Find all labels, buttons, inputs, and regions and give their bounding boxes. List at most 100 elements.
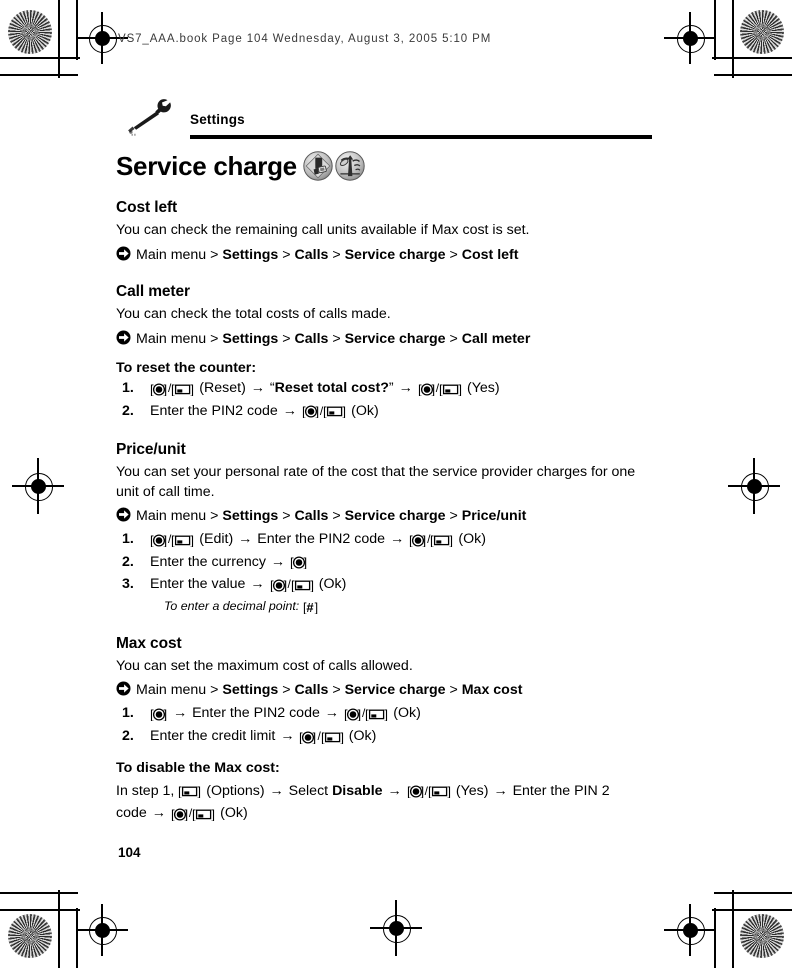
section-heading: Cost left [116, 199, 178, 216]
hash-key-icon[interactable]: [#] [303, 598, 319, 617]
soft-key-icon[interactable]: [] [321, 727, 345, 749]
svg-text:]: ] [314, 601, 317, 614]
breadcrumb-item: Calls [294, 682, 329, 699]
soft-key-icon[interactable]: [] [178, 782, 202, 803]
wrench-icon [126, 97, 172, 137]
svg-text:]: ] [357, 708, 361, 721]
right-arrow-icon: → [270, 553, 286, 570]
navigation-path-text: Main menu > Settings > Calls > Service c… [136, 330, 530, 350]
center-key-icon[interactable]: [] [171, 804, 189, 825]
center-key-icon[interactable]: [] [418, 379, 436, 401]
circled-right-arrow-icon [116, 507, 131, 522]
svg-text:]: ] [315, 405, 319, 418]
breadcrumb-separator: > [328, 682, 345, 699]
center-key-icon[interactable]: [] [290, 553, 308, 575]
svg-text:[: [ [439, 383, 443, 396]
navigation-path-text: Main menu > Settings > Calls > Service c… [136, 507, 526, 527]
step-text: (Yes) [463, 379, 500, 396]
registration-rosette [8, 914, 52, 958]
breadcrumb-item: Settings [222, 246, 279, 263]
breadcrumb-item: Service charge [344, 508, 446, 525]
center-key-icon[interactable]: [] [299, 727, 317, 749]
breadcrumb-item: Service charge [344, 246, 446, 263]
soft-key-icon[interactable]: [] [430, 530, 454, 552]
breadcrumb-item: Service charge [344, 682, 446, 699]
step-text: Enter the PIN2 code [150, 402, 282, 419]
svg-text:[: [ [171, 383, 175, 396]
running-head-title: Settings [190, 112, 245, 127]
center-key-icon[interactable]: [] [150, 530, 168, 552]
svg-text:]: ] [385, 708, 389, 721]
page-title-text: Service charge [116, 150, 297, 181]
center-key-icon[interactable]: [] [270, 575, 288, 597]
crop-mark [0, 74, 78, 76]
right-arrow-icon: → [398, 379, 413, 396]
breadcrumb-item: Settings [222, 331, 279, 348]
navigation-path-text: Main menu > Settings > Calls > Service c… [136, 681, 522, 701]
crop-mark [0, 892, 78, 894]
center-key-icon[interactable]: [] [407, 782, 425, 803]
sim-card-icon [303, 151, 333, 181]
registration-crosshair [728, 458, 780, 514]
breadcrumb-item: Settings [222, 508, 279, 525]
step-text: Enter the currency [150, 553, 270, 570]
registration-crosshair [664, 904, 716, 956]
procedure-trailer-heading: To disable the Max cost: [116, 760, 280, 777]
breadcrumb-separator: > [445, 508, 462, 525]
navigation-path: Main menu > Settings > Calls > Service c… [116, 328, 640, 350]
procedure-trailer-body: In step 1, [] (Options) → Select Disable… [116, 783, 610, 821]
page-content: Settings Service charge Cost left You ca… [116, 95, 652, 825]
step-text: (Ok) [216, 804, 248, 821]
crop-mark [712, 57, 792, 59]
soft-key-icon[interactable]: [] [171, 530, 195, 552]
svg-text:[: [ [291, 579, 295, 592]
svg-text:[: [ [178, 785, 182, 798]
soft-key-icon[interactable]: [] [192, 804, 216, 825]
step-text: In step 1, [116, 782, 179, 799]
svg-text:[: [ [323, 405, 327, 418]
center-key-icon[interactable]: [] [302, 402, 320, 424]
svg-text:]: ] [164, 383, 168, 396]
svg-text:]: ] [164, 708, 168, 721]
svg-text:[: [ [192, 808, 196, 821]
soft-key-icon[interactable]: [] [171, 379, 195, 401]
breadcrumb-separator: > [328, 246, 345, 263]
step-text: (Ok) [389, 705, 421, 722]
breadcrumb-separator: > [206, 508, 223, 525]
soft-key-icon[interactable]: [] [365, 704, 389, 726]
center-key-icon[interactable]: [] [409, 530, 427, 552]
center-key-icon[interactable]: [] [344, 704, 362, 726]
step-content: Enter the PIN2 code → [] /[] (Ok) [150, 403, 379, 419]
svg-text:]: ] [310, 579, 314, 592]
step-content: [] → Enter the PIN2 code → [] /[] (Ok) [150, 705, 421, 721]
right-arrow-icon: → [151, 804, 166, 821]
registration-rosette [740, 914, 784, 958]
soft-key-icon[interactable]: [] [428, 782, 452, 803]
center-key-icon[interactable]: [] [150, 379, 168, 401]
svg-text:[: [ [430, 534, 434, 547]
circled-right-arrow-icon [116, 330, 131, 345]
center-key-icon[interactable]: [] [150, 704, 168, 726]
right-arrow-icon: → [282, 402, 297, 419]
navigation-path-text: Main menu > Settings > Calls > Service c… [136, 246, 518, 266]
soft-key-icon[interactable]: [] [323, 402, 347, 424]
step-item: 2. Enter the credit limit → [] /[] (Ok) [116, 726, 640, 749]
step-text: (Options) [202, 782, 269, 799]
soft-key-icon[interactable]: [] [439, 379, 463, 401]
procedure-steps: 1. [] /[] (Reset) → “Reset total cost?” → … [116, 378, 640, 423]
section-body: You can check the remaining call units a… [116, 222, 530, 238]
step-number: 3. [122, 576, 134, 593]
step-text: (Ok) [454, 531, 486, 548]
breadcrumb-separator: > [445, 331, 462, 348]
procedure-lead: To reset the counter: [116, 359, 257, 376]
step-text: ” [388, 379, 398, 396]
soft-key-icon[interactable]: [] [291, 575, 315, 597]
crop-mark [732, 890, 734, 968]
crop-mark [714, 892, 792, 894]
registration-rosette [8, 10, 52, 54]
circled-right-arrow-icon [116, 681, 131, 696]
svg-text:]: ] [447, 785, 451, 798]
breadcrumb-separator: > [278, 682, 295, 699]
svg-text:[: [ [428, 785, 432, 798]
crop-mark [714, 908, 716, 968]
